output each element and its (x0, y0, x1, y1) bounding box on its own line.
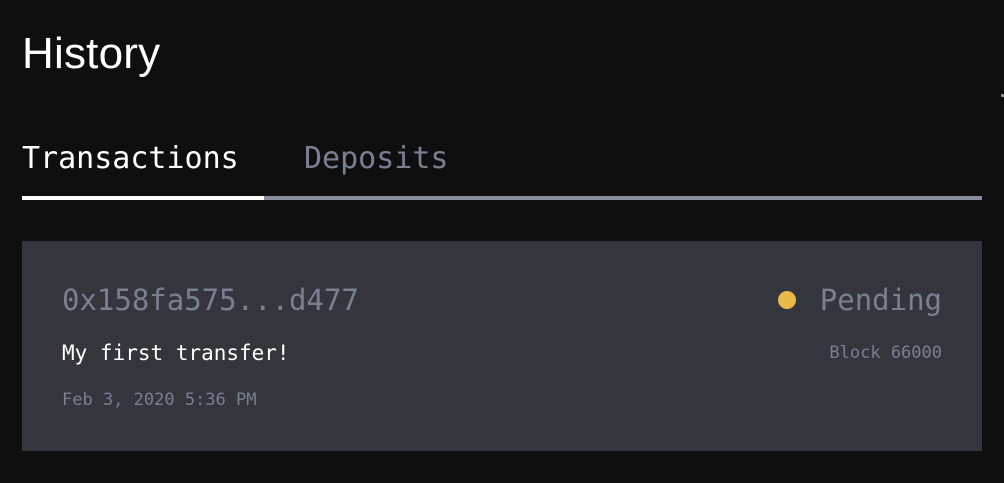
transaction-timestamp: Feb 3, 2020 5:36 PM (62, 390, 257, 410)
tab-deposits[interactable]: Deposits (304, 140, 449, 178)
status-dot-icon (777, 291, 796, 309)
transaction-card[interactable]: 0x158fa575...d477 My first transfer! Feb… (22, 241, 982, 451)
active-tab-indicator (22, 196, 264, 200)
transaction-note: My first transfer! (62, 341, 290, 365)
block-number: Block 66000 (829, 343, 942, 363)
status-label: Pending (819, 283, 942, 317)
status-badge: Pending (777, 281, 942, 319)
history-tabs: Transactions Deposits (22, 140, 982, 200)
history-page: History Transactions Deposits 0x158fa575… (0, 0, 1004, 483)
tab-transactions[interactable]: Transactions (22, 140, 239, 178)
page-title: History (22, 29, 161, 78)
transaction-hash: 0x158fa575...d477 (62, 283, 359, 317)
